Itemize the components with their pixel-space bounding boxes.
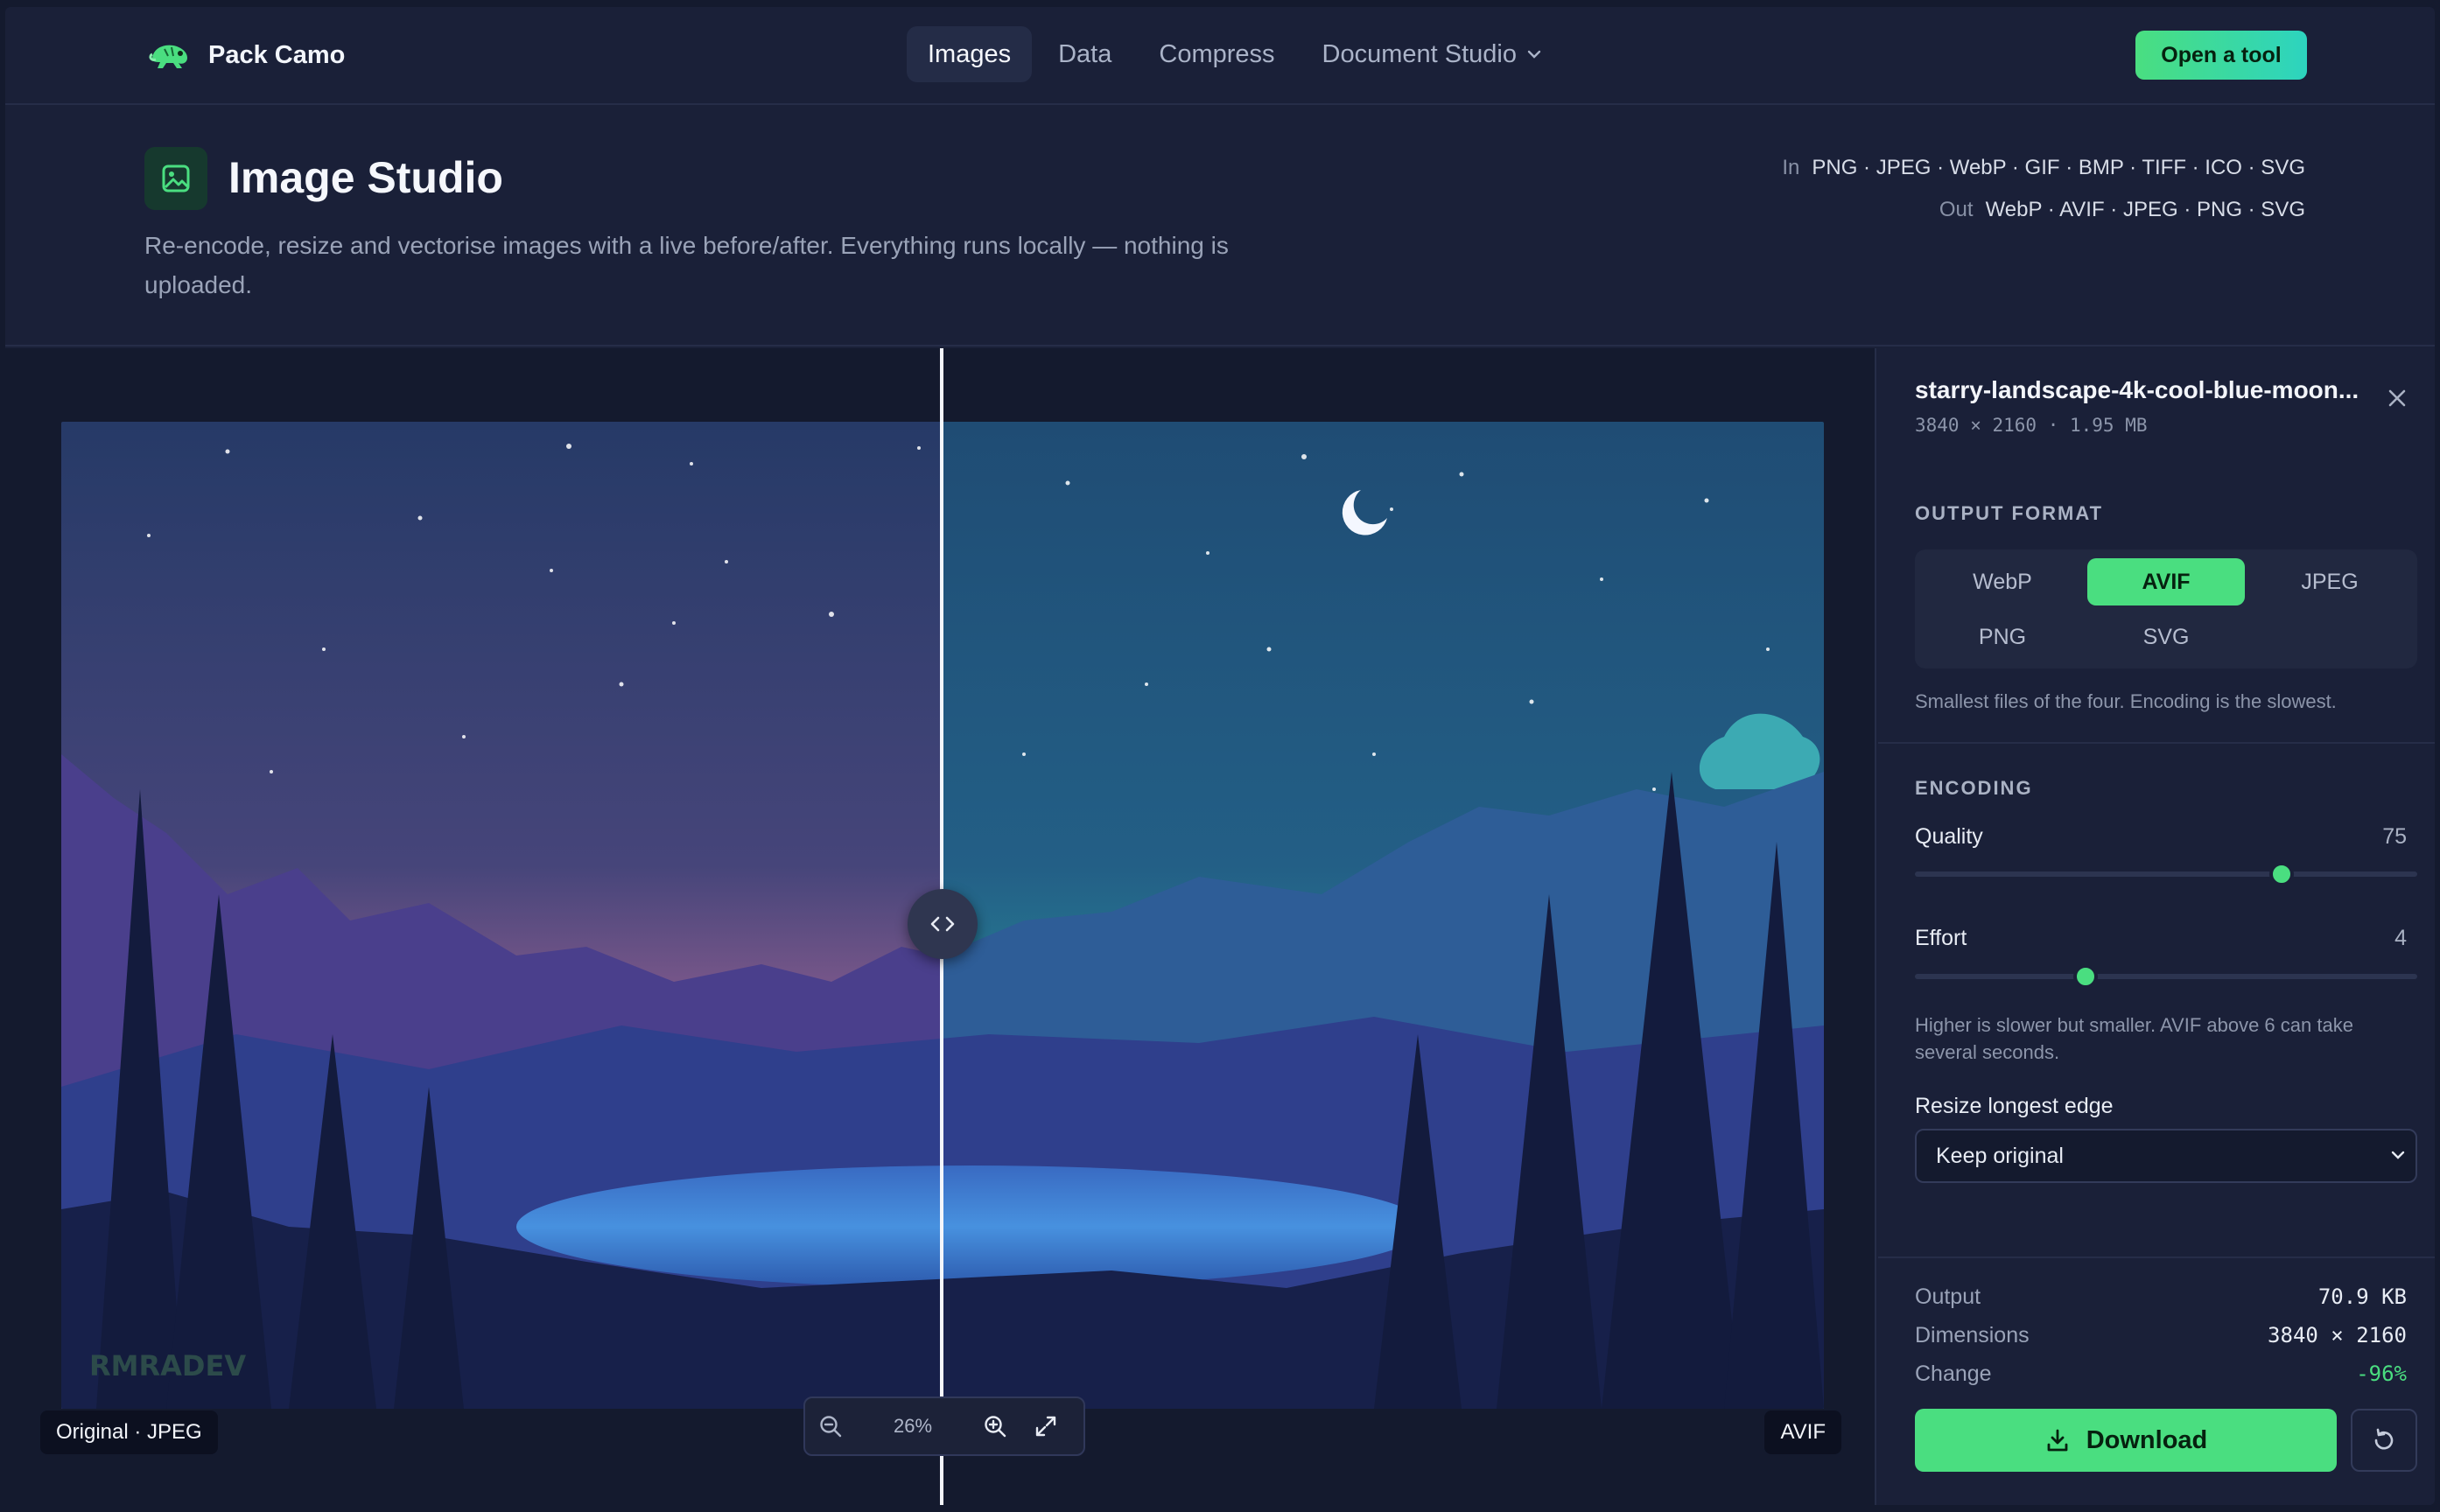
effort-slider[interactable] bbox=[1915, 964, 2417, 989]
output-formats: Out WebP · AVIF · JPEG · PNG · SVG bbox=[1782, 189, 2305, 231]
nav-label: Data bbox=[1058, 39, 1112, 68]
in-label: In bbox=[1782, 156, 1800, 179]
zoom-level: 26% bbox=[893, 1415, 933, 1437]
chevron-down-icon bbox=[2391, 1151, 2405, 1159]
change-value: -96% bbox=[2356, 1362, 2407, 1386]
zoom-out-button[interactable] bbox=[805, 1401, 856, 1452]
dimensions-value: 3840 × 2160 bbox=[2268, 1323, 2407, 1348]
out-label: Out bbox=[1939, 198, 1974, 221]
encoding-label: ENCODING bbox=[1915, 777, 2033, 799]
change-label: Change bbox=[1915, 1362, 1992, 1386]
format-avif-button[interactable]: AVIF bbox=[2087, 558, 2245, 606]
app-window: Pack Camo Images Data Compress Document … bbox=[5, 7, 2435, 1505]
input-formats: In PNG · JPEG · WebP · GIF · BMP · TIFF ·… bbox=[1782, 147, 2305, 189]
quality-slider-knob[interactable] bbox=[2269, 862, 2295, 886]
expand-icon bbox=[1035, 1416, 1056, 1437]
image-icon bbox=[144, 147, 207, 210]
download-label: Download bbox=[2086, 1425, 2208, 1454]
nav-label: Compress bbox=[1159, 39, 1275, 68]
nav-label: Images bbox=[928, 39, 1012, 68]
comparison-viewer[interactable]: RMRADEV Original · JPEG AVIF 26% bbox=[5, 348, 1876, 1505]
zoom-in-button[interactable] bbox=[970, 1401, 1020, 1452]
original-tag: Original · JPEG bbox=[40, 1410, 218, 1454]
effort-slider-knob[interactable] bbox=[2073, 964, 2099, 989]
divider bbox=[1878, 1256, 2435, 1258]
resize-select[interactable]: Keep original bbox=[1915, 1129, 2417, 1183]
output-size-label: Output bbox=[1915, 1284, 1981, 1309]
format-png-button[interactable]: PNG bbox=[1924, 613, 2081, 661]
format-svg-button[interactable]: SVG bbox=[2087, 613, 2245, 661]
file-meta: 3840 × 2160 · 1.95 MB bbox=[1915, 415, 2148, 436]
fullscreen-button[interactable] bbox=[1020, 1401, 1071, 1452]
format-webp-button[interactable]: WebP bbox=[1924, 558, 2081, 606]
format-hint: Smallest files of the four. Encoding is … bbox=[1915, 690, 2337, 712]
supported-formats: In PNG · JPEG · WebP · GIF · BMP · TIFF ·… bbox=[1782, 147, 2305, 231]
brand[interactable]: Pack Camo bbox=[147, 37, 345, 74]
resize-select-value: Keep original bbox=[1936, 1143, 2064, 1168]
format-jpeg-button[interactable]: JPEG bbox=[2251, 558, 2408, 606]
quality-label: Quality bbox=[1915, 824, 1983, 849]
nav-item-document-studio[interactable]: Document Studio bbox=[1301, 26, 1562, 82]
chameleon-logo-icon bbox=[149, 45, 187, 68]
reset-button[interactable] bbox=[2351, 1409, 2417, 1472]
effort-label: Effort bbox=[1915, 926, 1967, 950]
format-selector: WebP AVIF JPEG PNG SVG bbox=[1915, 550, 2417, 668]
page-description: Re-encode, resize and vectorise images w… bbox=[144, 232, 1229, 298]
brand-name: Pack Camo bbox=[208, 40, 346, 69]
open-tool-button[interactable]: Open a tool bbox=[2135, 31, 2307, 80]
in-formats-list: PNG · JPEG · WebP · GIF · BMP · TIFF · I… bbox=[1812, 156, 2305, 179]
encoding-hint: Higher is slower but smaller. AVIF above… bbox=[1915, 1014, 2353, 1063]
watermark-text: RMRADEV bbox=[89, 1349, 246, 1382]
title-section: Image Studio Re-encode, resize and vecto… bbox=[5, 105, 2435, 346]
resize-label: Resize longest edge bbox=[1915, 1094, 2114, 1118]
split-handle[interactable] bbox=[908, 889, 978, 959]
zoom-out-icon bbox=[820, 1416, 842, 1438]
page-title: Image Studio bbox=[228, 153, 503, 202]
chevron-down-icon bbox=[1527, 50, 1541, 59]
main-nav: Images Data Compress Document Studio bbox=[907, 26, 1562, 82]
quality-slider[interactable] bbox=[1915, 862, 2417, 886]
zoom-in-icon bbox=[985, 1416, 1006, 1438]
output-size-value: 70.9 KB bbox=[2317, 1284, 2407, 1309]
divider bbox=[1878, 742, 2435, 744]
settings-panel: starry-landscape-4k-cool-blue-moon... 38… bbox=[1878, 348, 2435, 1505]
nav-item-images[interactable]: Images bbox=[907, 26, 1033, 82]
top-header: Pack Camo Images Data Compress Document … bbox=[5, 7, 2435, 105]
drag-arrows-icon bbox=[930, 916, 955, 932]
file-name: starry-landscape-4k-cool-blue-moon... bbox=[1915, 376, 2359, 403]
output-tag: AVIF bbox=[1764, 1410, 1841, 1454]
quality-value: 75 bbox=[2382, 824, 2407, 849]
effort-value: 4 bbox=[2394, 926, 2407, 950]
output-format-label: OUTPUT FORMAT bbox=[1915, 502, 2104, 524]
out-formats-list: WebP · AVIF · JPEG · PNG · SVG bbox=[1985, 198, 2305, 221]
zoom-controls: 26% bbox=[803, 1396, 1085, 1456]
download-icon bbox=[2047, 1429, 2068, 1452]
dimensions-label: Dimensions bbox=[1915, 1323, 2030, 1348]
nav-item-data[interactable]: Data bbox=[1037, 26, 1132, 82]
nav-item-compress[interactable]: Compress bbox=[1138, 26, 1295, 82]
close-icon[interactable] bbox=[2384, 385, 2410, 411]
reset-icon bbox=[2374, 1428, 2394, 1450]
nav-label: Document Studio bbox=[1322, 39, 1517, 68]
download-button[interactable]: Download bbox=[1915, 1409, 2337, 1472]
